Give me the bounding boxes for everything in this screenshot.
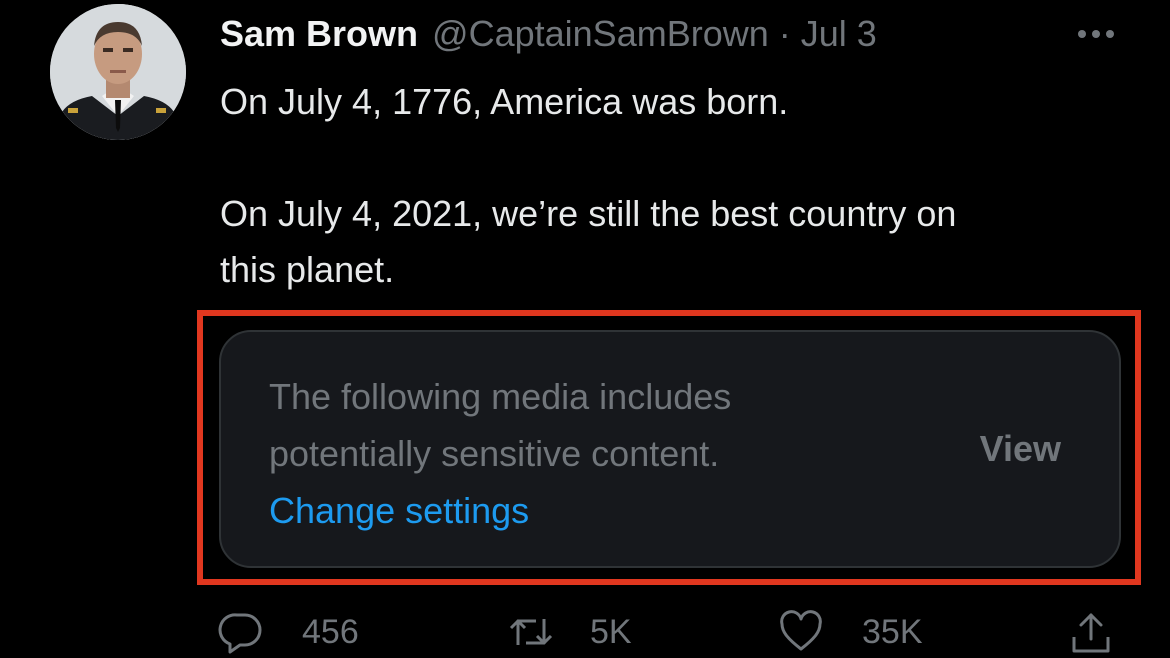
share-button[interactable] (1068, 606, 1114, 658)
tweet-actions: 456 5K 35K (218, 606, 1138, 658)
more-icon[interactable] (1074, 22, 1118, 46)
sensitive-warning: The following media includes potentially… (269, 368, 731, 482)
reply-button[interactable]: 456 (218, 606, 359, 658)
reply-count: 456 (302, 612, 359, 651)
header-separator: · (778, 13, 791, 54)
tweet-date[interactable]: Jul 3 (801, 13, 877, 55)
avatar[interactable] (50, 4, 186, 140)
like-count: 35K (862, 612, 923, 651)
like-icon (780, 610, 822, 651)
retweet-icon (509, 619, 553, 645)
warning-line: The following media includes (269, 376, 732, 417)
author-handle[interactable]: @CaptainSamBrown (432, 13, 769, 55)
tweet-header: Sam Brown @CaptainSamBrown · Jul 3 (220, 12, 877, 56)
author-name[interactable]: Sam Brown (220, 13, 418, 55)
change-settings-link[interactable]: Change settings (269, 482, 529, 539)
like-button[interactable]: 35K (778, 606, 923, 658)
tweet-text-line: On July 4, 2021, we’re still the best co… (220, 193, 957, 234)
view-button[interactable]: View (980, 428, 1061, 470)
sensitive-media-card: The following media includes potentially… (219, 330, 1121, 568)
reply-icon (218, 613, 262, 654)
share-icon (1072, 613, 1110, 653)
tweet-text: On July 4, 1776, America was born. On Ju… (220, 74, 1140, 298)
avatar-photo (50, 4, 186, 140)
warning-line: potentially sensitive content. (269, 433, 720, 474)
tweet-text-line: this planet. (220, 249, 395, 290)
tweet-text-line: On July 4, 1776, America was born. (220, 81, 789, 122)
retweet-button[interactable]: 5K (508, 606, 632, 658)
retweet-count: 5K (590, 612, 632, 651)
